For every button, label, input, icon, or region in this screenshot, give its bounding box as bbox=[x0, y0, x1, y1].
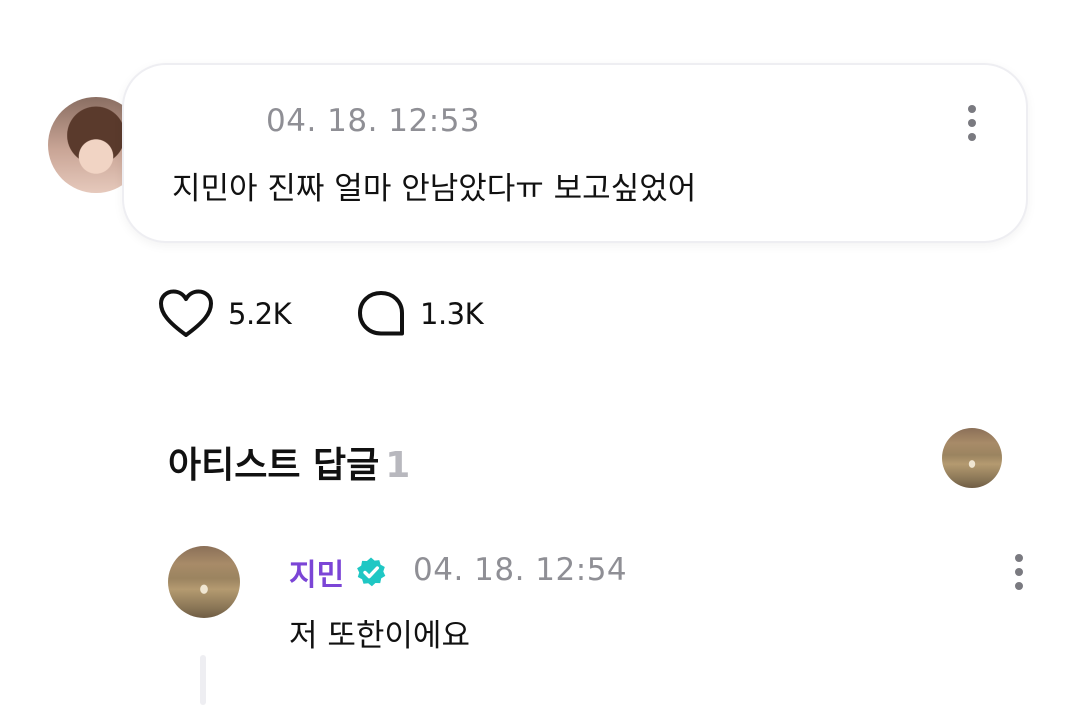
reply-author-name[interactable]: 지민 bbox=[289, 550, 344, 594]
reply-timestamp: 04. 18. 12:54 bbox=[413, 552, 628, 588]
like-button[interactable]: 5.2K bbox=[158, 288, 292, 340]
like-count: 5.2K bbox=[228, 297, 292, 331]
comment-thread: 04. 18. 12:53 지민아 진짜 얼마 안남았다ㅠ 보고싶었어 5.2K… bbox=[0, 0, 1080, 705]
speech-bubble-icon bbox=[358, 291, 404, 336]
artist-replies-count: 1 bbox=[385, 445, 411, 486]
post-text: 지민아 진짜 얼마 안남았다ㅠ 보고싶었어 bbox=[172, 171, 697, 207]
reply-author-avatar[interactable] bbox=[168, 546, 240, 618]
post-card[interactable]: 04. 18. 12:53 지민아 진짜 얼마 안남았다ㅠ 보고싶었어 bbox=[122, 63, 1028, 243]
thread-line bbox=[200, 655, 206, 705]
artist-replies-title: 아티스트 답글 bbox=[168, 445, 380, 486]
post-timestamp: 04. 18. 12:53 bbox=[266, 103, 481, 139]
reply-author-avatar-image bbox=[168, 546, 240, 618]
heart-outline-icon bbox=[159, 289, 213, 337]
reply-text: 저 또한이에요 bbox=[289, 618, 470, 654]
artist-replies-header: 아티스트 답글 1 bbox=[168, 436, 410, 488]
verified-badge-icon bbox=[357, 557, 386, 587]
artist-avatar[interactable] bbox=[942, 428, 1002, 488]
more-vertical-icon[interactable] bbox=[966, 103, 978, 143]
more-vertical-icon[interactable] bbox=[1013, 552, 1025, 592]
comment-button[interactable]: 1.3K bbox=[356, 288, 484, 340]
artist-avatar-image bbox=[942, 428, 1002, 488]
comment-count: 1.3K bbox=[420, 297, 484, 331]
